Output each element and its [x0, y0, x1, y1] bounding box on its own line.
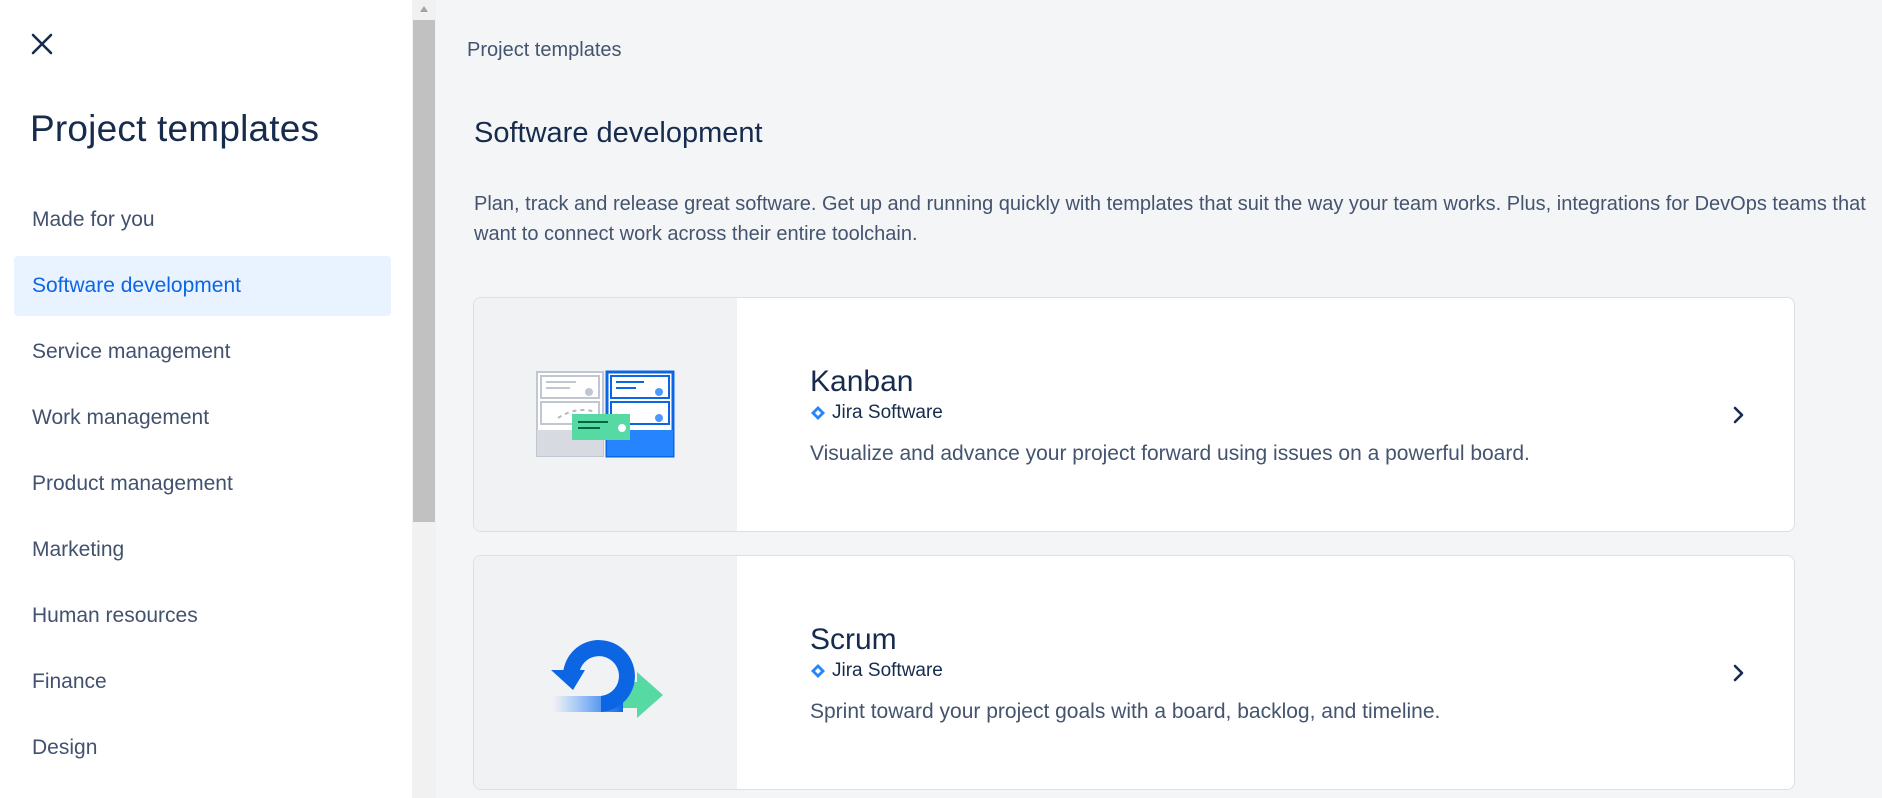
jira-software-icon — [811, 664, 825, 678]
nav-item-made-for-you[interactable]: Made for you — [14, 190, 391, 250]
product-name: Jira Software — [832, 402, 943, 423]
product-name: Jira Software — [832, 660, 943, 681]
jira-software-icon — [811, 406, 825, 420]
nav-item-design[interactable]: Design — [14, 718, 391, 778]
breadcrumb[interactable]: Project templates — [467, 39, 622, 62]
main-content: Project templates Software development P… — [436, 0, 1882, 798]
sidebar: Project templates Made for you Software … — [0, 0, 412, 798]
scroll-up-arrow-icon[interactable] — [412, 0, 436, 18]
template-card-scrum[interactable]: Scrum Jira Software Sprint toward your p… — [473, 555, 1795, 790]
section-title: Software development — [474, 117, 763, 149]
nav-item-service-management[interactable]: Service management — [14, 322, 391, 382]
product-label: Jira Software — [810, 402, 943, 424]
sidebar-title: Project templates — [30, 108, 320, 149]
nav-item-software-development[interactable]: Software development — [14, 256, 391, 316]
nav-item-work-management[interactable]: Work management — [14, 388, 391, 448]
scrum-cycle-illustration — [474, 556, 737, 789]
nav-item-marketing[interactable]: Marketing — [14, 520, 391, 580]
template-card-kanban[interactable]: Kanban Jira Software Visualize and advan… — [473, 297, 1795, 532]
nav-item-finance[interactable]: Finance — [14, 652, 391, 712]
section-description: Plan, track and release great software. … — [474, 193, 1866, 245]
chevron-right-icon[interactable] — [1726, 402, 1752, 428]
nav-item-human-resources[interactable]: Human resources — [14, 586, 391, 646]
scrollbar-thumb[interactable] — [413, 20, 435, 522]
close-icon — [31, 33, 53, 55]
kanban-board-illustration — [474, 298, 737, 531]
template-card-description: Visualize and advance your project forwa… — [810, 442, 1530, 465]
sidebar-scrollbar[interactable] — [412, 0, 436, 798]
product-label: Jira Software — [810, 660, 943, 682]
template-card-description: Sprint toward your project goals with a … — [810, 700, 1441, 723]
close-button[interactable] — [22, 24, 62, 64]
chevron-right-icon[interactable] — [1726, 660, 1752, 686]
template-category-nav: Made for you Software development Servic… — [14, 190, 391, 784]
template-card-title: Scrum — [810, 623, 897, 656]
nav-item-product-management[interactable]: Product management — [14, 454, 391, 514]
template-card-title: Kanban — [810, 365, 914, 398]
